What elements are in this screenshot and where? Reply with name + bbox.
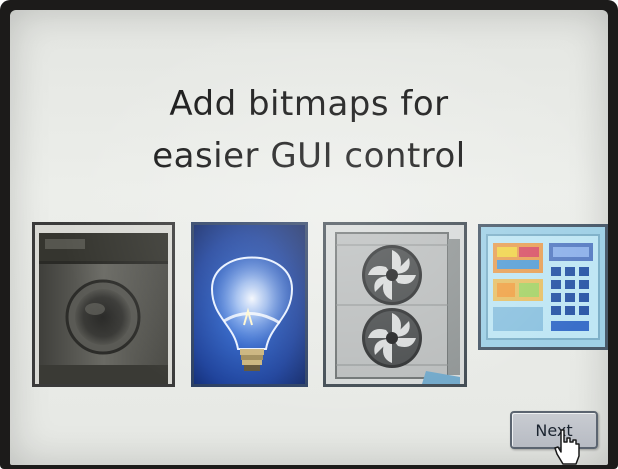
air-conditioner-bitmap-button[interactable] <box>323 222 467 387</box>
mouse-pointer-icon <box>554 429 580 465</box>
air-conditioner-fan-icon <box>326 225 464 384</box>
control-panel-bitmap-button[interactable] <box>478 224 608 350</box>
touch-screen: Add bitmaps for easier GUI control Next <box>10 10 608 465</box>
washing-machine-bitmap-button[interactable] <box>32 222 175 387</box>
light-bulb-icon <box>194 225 305 384</box>
light-bulb-bitmap-button[interactable] <box>191 222 308 387</box>
title-line-2: easier GUI control <box>152 136 466 176</box>
washing-machine-icon <box>35 225 172 384</box>
title-line-1: Add bitmaps for <box>169 84 449 124</box>
display-bezel: Add bitmaps for easier GUI control Next <box>0 0 618 469</box>
control-panel-keypad-icon <box>481 227 605 347</box>
